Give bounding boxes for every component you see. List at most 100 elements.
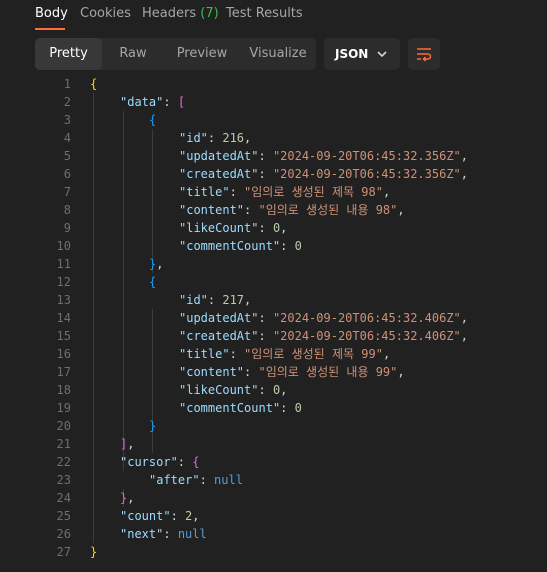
code-token: "commentCount" — [179, 401, 281, 415]
code-token: , — [460, 329, 469, 343]
code-token: "id" — [179, 131, 208, 145]
code-text: "id": 217, — [179, 291, 251, 309]
code-token: 216 — [222, 131, 245, 145]
line-number: 3 — [63, 113, 71, 127]
view-pretty-button[interactable]: Pretty — [35, 38, 102, 70]
code-token: "after" — [149, 473, 200, 487]
code-token: : — [258, 221, 273, 235]
code-token: , — [280, 221, 288, 235]
code-token: : — [258, 167, 273, 181]
code-token: : — [207, 131, 223, 145]
view-raw-button[interactable]: Raw — [102, 38, 164, 70]
response-toolbar: Pretty Raw Preview Visualize JSON — [0, 38, 547, 70]
code-text: "createdAt": "2024-09-20T06:45:32.406Z", — [179, 327, 468, 345]
code-token: "2024-09-20T06:45:32.356Z" — [272, 149, 461, 163]
code-token: : — [177, 455, 193, 469]
code-token: "cursor" — [120, 455, 178, 469]
tab-headers[interactable]: Headers (7) — [142, 6, 219, 21]
code-text: }, — [149, 255, 163, 273]
code-text: "commentCount": 0 — [179, 237, 302, 255]
wrap-lines-button[interactable] — [408, 38, 440, 70]
code-line: 16 "title": "임의로 생성된 제목 99", — [0, 345, 547, 363]
code-line: 4 "id": 216, — [0, 129, 547, 147]
code-token: : — [258, 329, 273, 343]
code-text: } — [90, 543, 97, 561]
code-line: 24}, — [0, 489, 547, 507]
code-text: ], — [120, 435, 134, 453]
code-token: [ — [177, 95, 186, 109]
line-number: 17 — [56, 365, 71, 379]
line-number: 19 — [56, 401, 71, 415]
code-line: 10 "commentCount": 0 — [0, 237, 547, 255]
code-token: "2024-09-20T06:45:32.406Z" — [272, 311, 461, 325]
code-line: 19 "commentCount": 0 — [0, 399, 547, 417]
line-number: 7 — [63, 185, 71, 199]
line-number: 13 — [56, 293, 71, 307]
code-line: 25 "count": 2, — [0, 507, 547, 525]
view-visualize-button[interactable]: Visualize — [240, 38, 316, 70]
line-number: 27 — [56, 545, 71, 559]
code-line: 27} — [0, 543, 547, 561]
code-token: , — [192, 509, 200, 523]
code-token: "likeCount" — [179, 383, 259, 397]
code-token: "id" — [179, 293, 208, 307]
code-token: "commentCount" — [179, 239, 281, 253]
code-token: : — [170, 509, 186, 523]
code-text: "id": 216, — [179, 129, 251, 147]
line-number: 20 — [56, 419, 71, 433]
code-token: { — [149, 113, 157, 127]
code-text: "count": 2, — [120, 507, 200, 525]
headers-count-badge: (7) — [200, 6, 219, 21]
code-text: "after": null — [149, 471, 243, 489]
line-number: 11 — [56, 257, 71, 271]
code-text: "title": "임의로 생성된 제목 98", — [179, 183, 390, 201]
code-line: 14 "updatedAt": "2024-09-20T06:45:32.406Z… — [0, 309, 547, 327]
format-dropdown[interactable]: JSON — [324, 38, 400, 70]
format-label: JSON — [335, 47, 369, 61]
code-token: : — [280, 239, 295, 253]
tab-test-results[interactable]: Test Results — [226, 6, 303, 21]
code-token: : — [244, 203, 259, 217]
code-line: 8 "content": "임의로 생성된 내용 98", — [0, 201, 547, 219]
view-mode-selector: Pretty Raw Preview Visualize — [35, 38, 316, 70]
tab-cookies[interactable]: Cookies — [80, 6, 131, 21]
code-text: "content": "임의로 생성된 내용 98", — [179, 201, 405, 219]
code-line: 23 "after": null — [0, 471, 547, 489]
code-token: , — [156, 257, 164, 271]
code-line: 22 "cursor": { — [0, 453, 547, 471]
line-number: 10 — [56, 239, 71, 253]
code-line: 3{ — [0, 111, 547, 129]
line-number: 6 — [63, 167, 71, 181]
code-text: "title": "임의로 생성된 제목 99", — [179, 345, 390, 363]
code-token: , — [127, 491, 135, 505]
code-line: 18 "likeCount": 0, — [0, 381, 547, 399]
code-token: : — [280, 401, 295, 415]
line-number: 18 — [56, 383, 71, 397]
line-number: 23 — [56, 473, 71, 487]
code-token: "createdAt" — [179, 167, 259, 181]
response-tabs: Body Cookies Headers (7) Test Results — [0, 0, 547, 32]
code-token: null — [177, 527, 207, 541]
code-text: "createdAt": "2024-09-20T06:45:32.356Z", — [179, 165, 468, 183]
code-token: "count" — [120, 509, 171, 523]
code-token: "content" — [179, 365, 245, 379]
code-token: , — [460, 167, 469, 181]
code-token: "임의로 생성된 내용 99" — [258, 365, 398, 379]
code-text: "updatedAt": "2024-09-20T06:45:32.406Z", — [179, 309, 468, 327]
code-token: "updatedAt" — [179, 149, 259, 163]
code-token: "title" — [179, 185, 230, 199]
line-number: 21 — [56, 437, 71, 451]
view-preview-button[interactable]: Preview — [164, 38, 240, 70]
line-number: 22 — [56, 455, 71, 469]
code-line: 15 "createdAt": "2024-09-20T06:45:32.406Z… — [0, 327, 547, 345]
line-number: 12 — [56, 275, 71, 289]
code-token: : — [258, 311, 273, 325]
code-text: "commentCount": 0 — [179, 399, 302, 417]
code-token: : — [229, 185, 245, 199]
code-token: , — [244, 131, 252, 145]
code-token: "content" — [179, 203, 245, 217]
code-token: , — [382, 347, 391, 361]
code-line: 1{ — [0, 75, 547, 93]
tab-body[interactable]: Body — [35, 6, 68, 21]
code-token: , — [397, 203, 405, 217]
